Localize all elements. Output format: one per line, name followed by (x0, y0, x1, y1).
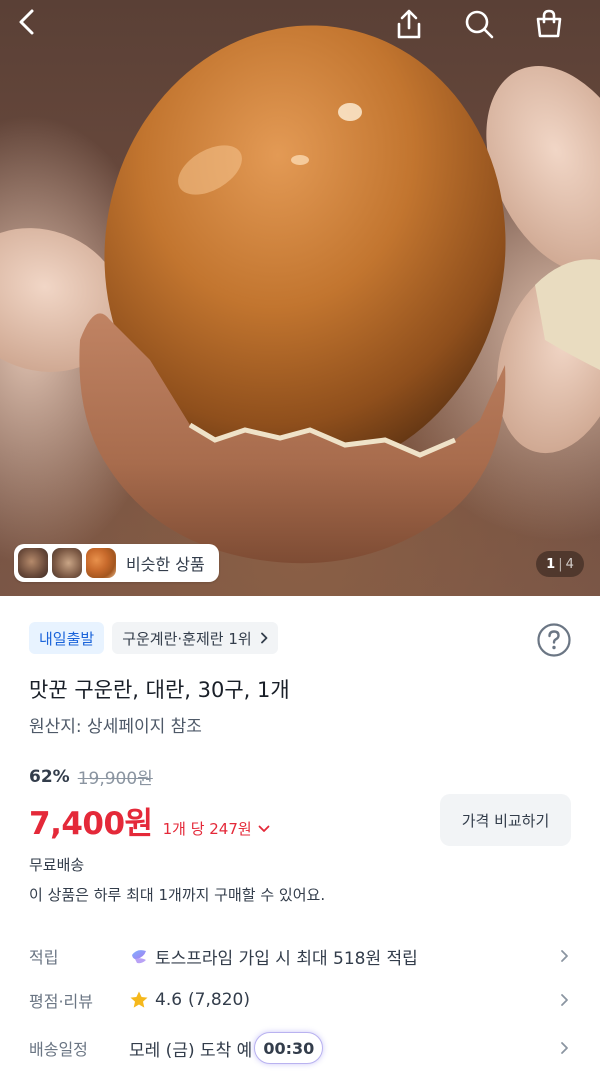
current-page: 1 (546, 556, 556, 572)
chevron-right-icon (561, 994, 568, 1006)
similar-thumbnail (18, 548, 48, 578)
rating-row[interactable]: 평점·리뷰 4.6 (7,820) (29, 980, 571, 1020)
unit-price-toggle[interactable]: 1개 당 247원 (163, 818, 270, 839)
product-image[interactable]: 비슷한 상품 1 | 4 (0, 0, 600, 596)
toss-prime-icon (132, 950, 146, 964)
chevron-right-icon (260, 632, 268, 644)
free-shipping-label: 무료배송 (29, 856, 85, 874)
shopping-bag-button[interactable] (533, 8, 573, 48)
unit-price: 1개 당 247원 (162, 820, 252, 838)
delivery-label: 배송일정 (29, 1040, 88, 1059)
question-icon (537, 623, 571, 657)
share-button[interactable] (394, 8, 434, 48)
delivery-value-wrap: 모레 (금) 도착 예 00:30 (129, 1032, 557, 1064)
search-icon (465, 10, 494, 39)
discount-rate: 62% (29, 766, 70, 787)
back-button[interactable] (16, 8, 56, 48)
points-row[interactable]: 적립 토스프라임 가입 시 최대 518원 적립 (29, 936, 571, 976)
price-compare-button[interactable]: 가격 비교하기 (440, 794, 571, 846)
shopping-bag-icon (536, 9, 562, 38)
similar-products-chip[interactable]: 비슷한 상품 (14, 544, 219, 582)
similar-thumbnail (52, 548, 82, 578)
sale-price: 7,400원 (29, 806, 153, 842)
review-count: (7,820) (188, 990, 250, 1010)
rating-score: 4.6 (155, 990, 183, 1010)
product-tags: 내일출발 구운계란·훈제란 1위 (29, 622, 278, 654)
similar-products-label: 비슷한 상품 (126, 555, 205, 574)
page-separator: | (558, 556, 563, 572)
product-origin: 원산지: 상세페이지 참조 (29, 717, 202, 737)
egg-photo (0, 25, 600, 564)
price-row: 7,400원 1개 당 247원 (29, 798, 270, 843)
back-icon (19, 9, 34, 35)
points-value-wrap: 토스프라임 가입 시 최대 518원 적립 (129, 944, 557, 969)
chevron-down-icon (258, 825, 270, 832)
ranking-tag[interactable]: 구운계란·훈제란 1위 (112, 622, 278, 654)
star-icon (130, 991, 148, 1008)
similar-thumbnail (86, 548, 116, 578)
chevron-right-icon (561, 1042, 568, 1054)
ranking-tag-label: 구운계란·훈제란 1위 (122, 629, 252, 648)
delivery-schedule-row[interactable]: 배송일정 모레 (금) 도착 예 00:30 (29, 1028, 571, 1068)
share-icon (397, 9, 421, 39)
discount-row: 62% 19,900원 (29, 764, 153, 790)
rating-value-wrap: 4.6 (7,820) (129, 990, 557, 1010)
total-pages: 4 (565, 556, 574, 572)
chevron-right-icon (561, 950, 568, 962)
image-page-counter: 1 | 4 (536, 551, 584, 577)
product-title: 맛꾼 구운란, 대란, 30구, 1개 (29, 678, 290, 702)
delivery-tag: 내일출발 (29, 622, 105, 654)
original-price: 19,900원 (77, 769, 153, 789)
rating-label: 평점·리뷰 (29, 992, 93, 1011)
search-button[interactable] (463, 8, 503, 48)
delivery-value: 모레 (금) 도착 예 (129, 1040, 253, 1061)
countdown-timer: 00:30 (254, 1032, 324, 1064)
points-label: 적립 (29, 948, 59, 967)
purchase-limit-notice: 이 상품은 하루 최대 1개까지 구매할 수 있어요. (29, 886, 326, 904)
points-value: 토스프라임 가입 시 최대 518원 적립 (155, 948, 418, 969)
help-button[interactable] (536, 622, 572, 658)
